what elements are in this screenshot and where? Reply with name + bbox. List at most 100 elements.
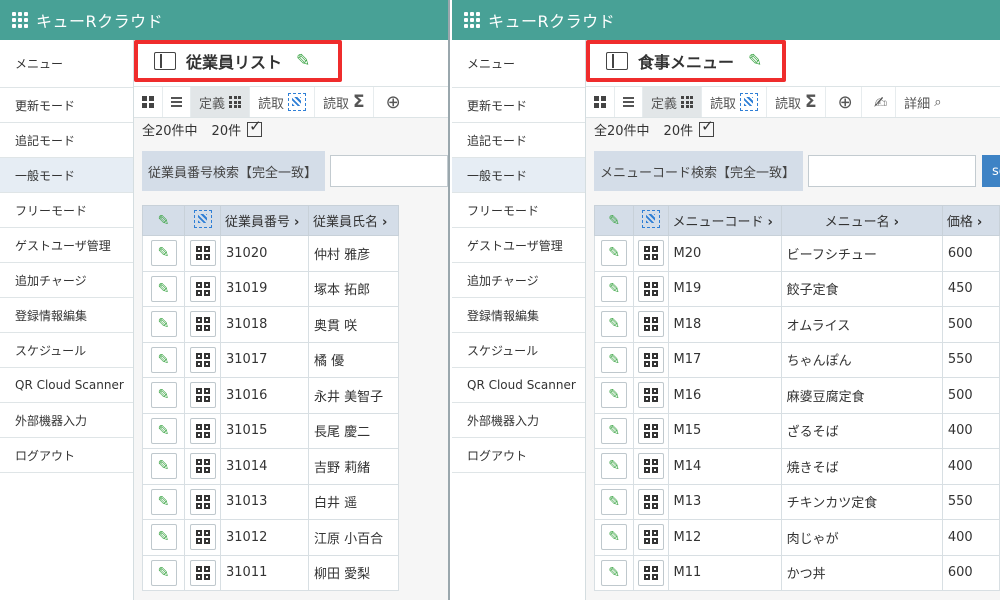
edit-row-button[interactable]: ✎ (150, 559, 177, 586)
edit-row-button[interactable]: ✎ (601, 488, 628, 515)
sidebar-item-schedule[interactable]: スケジュール (452, 333, 585, 368)
sidebar-item-update-mode[interactable]: 更新モード (452, 88, 585, 123)
table-row[interactable]: ✎ 31014 吉野 莉緒 (142, 448, 399, 485)
add-comment-button[interactable]: ⊕ (826, 87, 862, 117)
tile-view-button[interactable] (134, 87, 163, 117)
table-row[interactable]: ✎ M20 ビーフシチュー 600 (593, 235, 1000, 272)
edit-row-button[interactable]: ✎ (601, 417, 628, 444)
read-qr-button[interactable]: 読取 (702, 87, 768, 117)
edit-row-button[interactable]: ✎ (150, 417, 177, 444)
app-grid-icon[interactable] (12, 12, 28, 28)
sidebar-item-external-input[interactable]: 外部機器入力 (0, 403, 133, 438)
table-row[interactable]: ✎ 31015 長尾 慶二 (142, 412, 399, 449)
table-row[interactable]: ✎ 31020 仲村 雅彦 (142, 235, 399, 272)
check-icon[interactable] (699, 117, 715, 137)
table-row[interactable]: ✎ M13 チキンカツ定食 550 (593, 483, 1000, 520)
table-row[interactable]: ✎ 31018 奥貫 咲 (142, 306, 399, 343)
sidebar-item-free-mode[interactable]: フリーモード (0, 193, 133, 228)
sidebar-item-charge[interactable]: 追加チャージ (452, 263, 585, 298)
table-row[interactable]: ✎ M15 ざるそば 400 (593, 412, 1000, 449)
sidebar-item-external-input[interactable]: 外部機器入力 (452, 403, 585, 438)
edit-row-button[interactable]: ✎ (150, 240, 177, 267)
sidebar-item-general-mode[interactable]: 一般モード (452, 158, 585, 193)
qr-code-button[interactable] (637, 417, 664, 444)
sidebar-item-guest-users[interactable]: ゲストユーザ管理 (0, 228, 133, 263)
qr-code-button[interactable] (637, 453, 664, 480)
sidebar-item-charge[interactable]: 追加チャージ (0, 263, 133, 298)
column-header-employee-name[interactable]: 従業員氏名 › (308, 205, 399, 236)
add-comment-button[interactable]: ⊕ (374, 87, 409, 117)
sidebar-item-general-mode[interactable]: 一般モード (0, 158, 133, 193)
table-row[interactable]: ✎ 31011 柳田 愛梨 (142, 554, 399, 591)
check-icon[interactable] (247, 117, 263, 137)
edit-row-button[interactable]: ✎ (150, 524, 177, 551)
qr-code-button[interactable] (637, 240, 664, 267)
table-row[interactable]: ✎ 31013 白井 遥 (142, 483, 399, 520)
read-sum-button[interactable]: 読取 Σ (767, 87, 826, 117)
qr-code-button[interactable] (637, 559, 664, 586)
table-row[interactable]: ✎ M12 肉じゃが 400 (593, 519, 1000, 556)
qr-code-button[interactable] (637, 275, 664, 302)
app-grid-icon[interactable] (464, 12, 480, 28)
table-row[interactable]: ✎ M11 かつ丼 600 (593, 554, 1000, 591)
qr-code-button[interactable] (189, 524, 216, 551)
qr-code-button[interactable] (189, 382, 216, 409)
qr-code-button[interactable] (189, 240, 216, 267)
sidebar-item-menu[interactable]: メニュー (0, 40, 133, 88)
read-sum-button[interactable]: 読取 Σ (315, 87, 374, 117)
qr-code-button[interactable] (189, 346, 216, 373)
edit-title-icon[interactable]: ✎ (296, 51, 310, 71)
list-view-button[interactable] (163, 87, 191, 117)
edit-note-button[interactable]: ✍ (862, 87, 897, 117)
table-row[interactable]: ✎ 31016 永井 美智子 (142, 377, 399, 414)
sidebar-item-registration[interactable]: 登録情報編集 (452, 298, 585, 333)
edit-row-button[interactable]: ✎ (150, 382, 177, 409)
edit-row-button[interactable]: ✎ (601, 382, 628, 409)
sidebar-item-menu[interactable]: メニュー (452, 40, 585, 88)
edit-row-button[interactable]: ✎ (601, 275, 628, 302)
sidebar-item-logout[interactable]: ログアウト (0, 438, 133, 473)
edit-title-icon[interactable]: ✎ (748, 51, 762, 71)
qr-code-button[interactable] (189, 311, 216, 338)
sidebar-item-free-mode[interactable]: フリーモード (452, 193, 585, 228)
qr-code-button[interactable] (189, 488, 216, 515)
definition-button[interactable]: 定義 (191, 87, 251, 117)
qr-code-button[interactable] (189, 417, 216, 444)
search-input[interactable] (330, 155, 448, 187)
qr-code-button[interactable] (189, 559, 216, 586)
sidebar-item-append-mode[interactable]: 追記モード (0, 123, 133, 158)
edit-row-button[interactable]: ✎ (150, 275, 177, 302)
definition-button[interactable]: 定義 (643, 87, 703, 117)
qr-code-button[interactable] (637, 524, 664, 551)
column-header-menu-code[interactable]: メニューコード › (667, 205, 782, 236)
edit-row-button[interactable]: ✎ (601, 524, 628, 551)
qr-code-button[interactable] (189, 275, 216, 302)
sidebar-item-registration[interactable]: 登録情報編集 (0, 298, 133, 333)
qr-code-button[interactable] (637, 382, 664, 409)
table-row[interactable]: ✎ M17 ちゃんぽん 550 (593, 341, 1000, 378)
qr-code-button[interactable] (637, 346, 664, 373)
table-row[interactable]: ✎ M16 麻婆豆腐定食 500 (593, 377, 1000, 414)
tile-view-button[interactable] (586, 87, 615, 117)
edit-row-button[interactable]: ✎ (601, 559, 628, 586)
search-button[interactable]: sea (982, 155, 1000, 187)
edit-row-button[interactable]: ✎ (150, 346, 177, 373)
table-row[interactable]: ✎ M19 餃子定食 450 (593, 270, 1000, 307)
table-row[interactable]: ✎ M14 焼きそば 400 (593, 448, 1000, 485)
sidebar-item-update-mode[interactable]: 更新モード (0, 88, 133, 123)
edit-row-button[interactable]: ✎ (150, 453, 177, 480)
column-header-menu-name[interactable]: メニュー名 › (780, 205, 943, 236)
edit-row-button[interactable]: ✎ (601, 240, 628, 267)
sidebar-item-qr-scanner[interactable]: QR Cloud Scanner (452, 368, 585, 403)
search-input[interactable] (808, 155, 977, 187)
qr-code-button[interactable] (189, 453, 216, 480)
detail-button[interactable]: 詳細 ⌕ (896, 87, 949, 117)
sidebar-item-logout[interactable]: ログアウト (452, 438, 585, 473)
edit-row-button[interactable]: ✎ (601, 453, 628, 480)
table-row[interactable]: ✎ 31012 江原 小百合 (142, 519, 399, 556)
edit-row-button[interactable]: ✎ (601, 346, 628, 373)
list-view-button[interactable] (615, 87, 643, 117)
sidebar-item-guest-users[interactable]: ゲストユーザ管理 (452, 228, 585, 263)
qr-code-button[interactable] (637, 488, 664, 515)
edit-row-button[interactable]: ✎ (150, 311, 177, 338)
